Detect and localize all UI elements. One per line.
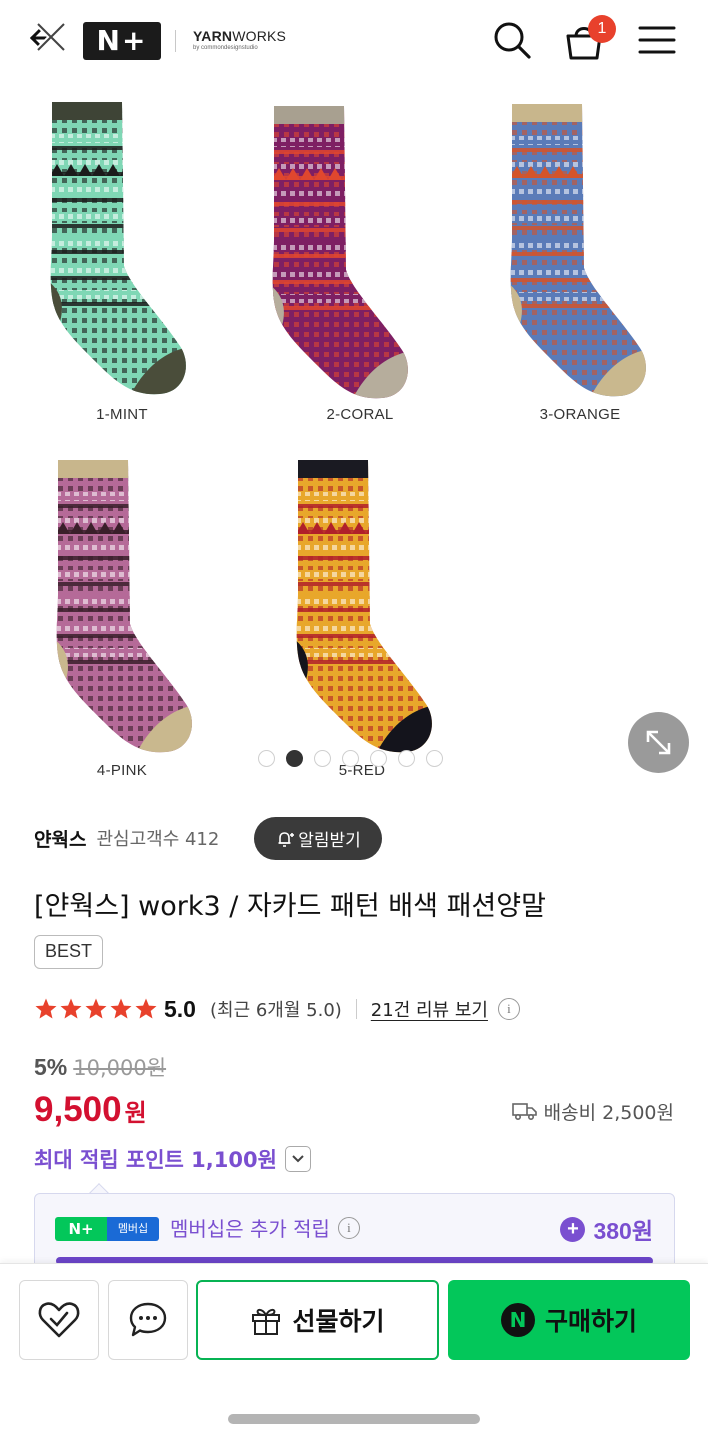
rating-value: 5.0 <box>164 995 196 1022</box>
info-icon[interactable]: i <box>497 998 520 1020</box>
review-link[interactable]: 21건 리뷰 보기 <box>371 996 488 1022</box>
shipping-label: 배송비 2,500원 <box>543 1101 674 1124</box>
np-badge-left: N+ <box>55 1217 107 1241</box>
sock-image-4-pink[interactable] <box>46 454 206 754</box>
naver-pay-icon: N <box>500 1303 535 1337</box>
chat-button[interactable] <box>108 1280 188 1360</box>
membership-extra-points: + 380원 <box>560 1212 653 1246</box>
star-icon <box>135 998 157 1019</box>
star-icon <box>35 998 57 1019</box>
product-title: [얀웍스] work3 / 자카드 패턴 배색 패션양말 <box>34 891 546 922</box>
star-icon <box>110 998 132 1019</box>
gift-icon <box>252 1308 281 1335</box>
store-logo[interactable]: YARNWORKS by commondesignstudio <box>193 28 286 51</box>
sock-image-1-mint[interactable] <box>40 96 200 396</box>
variant-label: 4-PINK <box>96 762 148 779</box>
bell-plus-icon <box>278 831 295 847</box>
brand-divider <box>175 30 176 52</box>
seller-info: 얀웍스 관심고객수 412 <box>34 818 219 858</box>
naver-plus-logo[interactable]: N+ <box>83 22 161 60</box>
np-badge-right: 멤버십 <box>107 1217 159 1241</box>
pagination-dot[interactable] <box>258 750 275 767</box>
gift-label: 선물하기 <box>292 1307 385 1336</box>
sock-image-2-coral[interactable] <box>262 100 422 400</box>
pagination-dot[interactable] <box>398 750 415 767</box>
star-icon <box>85 998 107 1019</box>
rating-stars <box>34 997 158 1021</box>
sock-image-5-red[interactable] <box>286 454 446 754</box>
heart-check-icon <box>38 1302 80 1338</box>
membership-text: 멤버십은 추가 적립 i <box>170 1213 360 1242</box>
expand-image-button[interactable] <box>628 712 689 773</box>
pagination-dot[interactable] <box>342 750 359 767</box>
plus-icon: + <box>560 1216 586 1242</box>
chat-bubble-icon <box>129 1302 167 1337</box>
rating-divider <box>355 999 357 1019</box>
chevron-down-icon[interactable] <box>284 1146 311 1172</box>
max-points-row[interactable]: 최대 적립 포인트 1,100원 <box>34 1142 311 1176</box>
app-header: N+ YARNWORKS by commondesignstudio 1 <box>0 0 708 86</box>
store-subtitle: by commondesignstudio <box>193 45 258 51</box>
search-icon[interactable] <box>490 18 534 62</box>
pagination-dot[interactable] <box>286 750 303 767</box>
store-name-rest: WORKS <box>232 28 287 44</box>
shipping-fee: 배송비 2,500원 <box>511 1096 674 1126</box>
home-indicator[interactable] <box>228 1414 480 1424</box>
back-close-icon[interactable] <box>22 14 70 62</box>
original-price: 10,000원 <box>73 1056 167 1080</box>
price-row: 9,500 원 <box>34 1090 147 1132</box>
sale-price: 9,500 <box>34 1090 122 1129</box>
variant-label: 2-CORAL <box>326 406 394 423</box>
naver-plus-membership-badge: N+ 멤버십 <box>55 1217 159 1241</box>
variant-label: 1-MINT <box>96 406 148 423</box>
wishlist-button[interactable] <box>19 1280 99 1360</box>
alert-label: 알림받기 <box>298 831 361 851</box>
discount-row: 5% 10,000원 <box>34 1052 166 1082</box>
star-icon <box>60 998 82 1019</box>
pagination-dot[interactable] <box>370 750 387 767</box>
seller-name[interactable]: 얀웍스 <box>34 825 86 852</box>
discount-rate: 5% <box>34 1053 68 1080</box>
pagination-dot[interactable] <box>314 750 331 767</box>
rating-recent: (최근 6개월 5.0) <box>209 1000 342 1021</box>
product-image-gallery[interactable]: 1-MINT 2-CORAL 3-ORANGE 4-PINK 5-RED <box>0 86 708 792</box>
price-currency: 원 <box>124 1099 147 1127</box>
max-points-label: 최대 적립 포인트 1,100원 <box>34 1148 277 1172</box>
buy-label: 구매하기 <box>544 1307 637 1336</box>
membership-points-value: 380원 <box>593 1218 653 1244</box>
buy-button[interactable]: N 구매하기 <box>448 1280 690 1360</box>
variant-label: 3-ORANGE <box>539 406 621 423</box>
gallery-pagination[interactable] <box>258 750 443 767</box>
menu-icon[interactable] <box>636 18 680 62</box>
truck-icon <box>511 1103 537 1121</box>
pagination-dot[interactable] <box>426 750 443 767</box>
rating-row: 5.0 (최근 6개월 5.0) 21건 리뷰 보기 i <box>34 994 520 1024</box>
sock-image-3-orange[interactable] <box>500 98 660 398</box>
watcher-count: 관심고객수 412 <box>96 829 220 850</box>
store-name-bold: YARN <box>193 28 233 44</box>
cart-count-badge: 1 <box>588 15 616 43</box>
membership-info-icon[interactable]: i <box>337 1216 360 1239</box>
membership-label: 멤버십은 추가 적립 <box>170 1217 330 1241</box>
notification-subscribe-button[interactable]: 알림받기 <box>254 817 382 860</box>
gift-button[interactable]: 선물하기 <box>196 1280 439 1360</box>
best-badge: BEST <box>34 935 103 969</box>
